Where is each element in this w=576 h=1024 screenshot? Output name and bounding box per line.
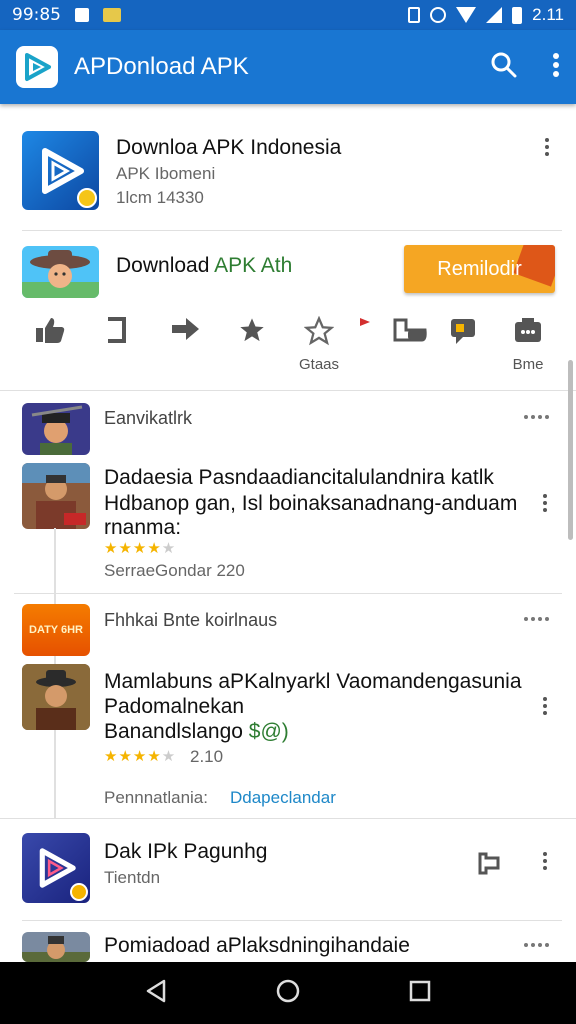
item3-title[interactable]: Dak IPk Pagunhg <box>104 840 267 864</box>
item4-title[interactable]: Pomiadoad aPlaksdningihandaie <box>104 934 410 958</box>
search-icon[interactable] <box>490 51 518 84</box>
section1-title-line1[interactable]: Dadaesia Pasndaadiancitalulandnira katlk <box>104 466 494 490</box>
section1-header[interactable]: Eanvikatlrk <box>104 408 192 429</box>
action-row: Gtaas Bme <box>0 316 576 386</box>
action-rate-label: Gtaas <box>298 356 340 373</box>
app-title: APDonload APK <box>74 53 249 80</box>
status-time: 99:85 <box>12 5 61 25</box>
verified-badge-icon <box>77 188 97 208</box>
section2-rating-stars: ★★★★★ <box>104 748 177 765</box>
app-logo-icon <box>16 46 58 88</box>
install-button-label: Remilodir <box>437 257 522 280</box>
section2-header[interactable]: Fhhkai Bnte koirlnaus <box>104 610 277 631</box>
section2-item-menu-icon[interactable] <box>542 697 548 715</box>
system-nav-bar <box>0 962 576 1024</box>
status-clock: 2.11 <box>532 5 564 24</box>
recents-icon[interactable] <box>408 979 432 1008</box>
featured-app-icon[interactable] <box>22 131 99 210</box>
section1-footer: SerraeGondar 220 <box>104 561 245 580</box>
section2-title-line1[interactable]: Mamlabuns aPKalnyarkl Vaomandengasunia <box>104 670 522 694</box>
item4-app-icon[interactable] <box>22 932 90 962</box>
flag-icon <box>360 318 370 326</box>
section2-footer-label: Pennnatlania: <box>104 788 208 807</box>
folder-icon <box>393 318 427 342</box>
share-arrow-icon <box>172 318 199 340</box>
more-box-icon <box>515 318 541 342</box>
bracket-icon <box>108 317 126 343</box>
gallery-notification-icon <box>103 8 121 22</box>
section1-item-menu-icon[interactable] <box>542 494 548 512</box>
section2-header-menu-icon[interactable] <box>524 617 549 621</box>
featured-subtitle: APK Ibomeni <box>116 164 216 183</box>
section1-header-icon[interactable] <box>22 403 90 455</box>
action-comment[interactable] <box>433 316 493 386</box>
section2-title-line3[interactable]: Banandlslango $@) <box>104 720 289 744</box>
section2-footer-link[interactable]: Ddapeclandar <box>230 788 336 808</box>
promo-title-main: Download <box>116 254 215 277</box>
install-button[interactable]: Remilodir <box>404 245 555 293</box>
overflow-menu-icon[interactable] <box>552 52 560 83</box>
item3-menu-icon[interactable] <box>542 852 548 870</box>
battery-icon <box>512 6 523 24</box>
item3-bookmark-icon[interactable] <box>476 850 502 881</box>
section1-item-icon[interactable] <box>22 463 90 529</box>
action-bracket[interactable] <box>86 316 146 386</box>
alarm-icon <box>430 7 447 23</box>
section1-rating-stars: ★★★★★ <box>104 540 177 557</box>
featured-menu-icon[interactable] <box>544 138 550 156</box>
section2-title-price: $@) <box>248 720 289 743</box>
featured-title[interactable]: Downloa APK Indonesia <box>116 136 341 160</box>
back-icon[interactable] <box>144 978 168 1009</box>
section1-title-line3[interactable]: rnanma: <box>104 516 181 540</box>
promo-title[interactable]: Download APK Ath <box>116 254 292 278</box>
section2-title-line2[interactable]: Padomalnekan <box>104 695 244 719</box>
action-star[interactable] <box>222 316 282 386</box>
signal-icon <box>486 7 503 23</box>
app-bar: APDonload APK <box>0 30 576 104</box>
notification-icon <box>75 8 89 22</box>
home-icon[interactable] <box>275 978 301 1009</box>
promo-title-accent: APK Ath <box>214 254 293 277</box>
section1-title-line2[interactable]: Hdbanop gan, Isl boinaksanadnang-anduam <box>104 492 517 516</box>
action-folder[interactable] <box>380 316 440 386</box>
action-like[interactable] <box>20 316 80 386</box>
item3-badge-icon <box>70 883 88 901</box>
item3-subtitle: Tientdn <box>104 868 161 887</box>
section1-header-menu-icon[interactable] <box>524 415 549 419</box>
item3-app-icon[interactable] <box>22 833 90 903</box>
wifi-icon <box>456 7 477 23</box>
thumbs-up-icon <box>36 318 65 343</box>
featured-meta: 1lcm 14330 <box>116 188 204 207</box>
promo-app-icon[interactable] <box>22 246 99 298</box>
scrollbar[interactable] <box>568 360 573 540</box>
action-share[interactable] <box>155 316 215 386</box>
status-bar: 99:85 2.11 <box>0 0 576 30</box>
section2-header-icon[interactable]: DATY 6HR <box>22 604 90 656</box>
section2-item-icon[interactable] <box>22 664 90 730</box>
comment-icon <box>451 319 475 344</box>
action-more[interactable]: Bme <box>498 316 558 386</box>
star-filled-icon <box>240 318 264 342</box>
section2-title-line3-text: Banandlslango <box>104 720 249 743</box>
item4-menu-icon[interactable] <box>524 943 549 947</box>
section2-rating-count: 2.10 <box>190 747 224 766</box>
star-outline-icon <box>304 316 334 346</box>
vibrate-icon <box>408 7 421 23</box>
section2-badge-text: DATY 6HR <box>29 624 83 636</box>
action-more-label: Bme <box>512 356 544 373</box>
